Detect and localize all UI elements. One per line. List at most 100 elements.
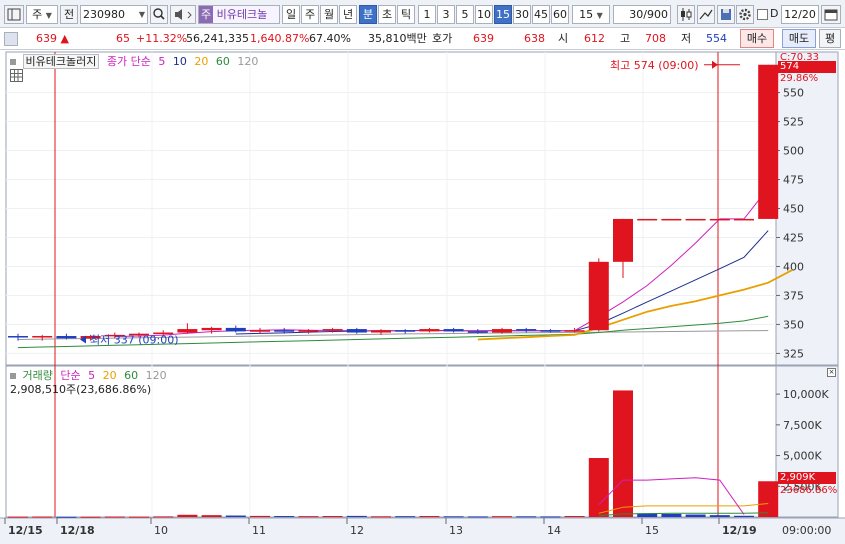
sound-icon[interactable]	[170, 5, 196, 24]
price-tick-label: 325	[783, 347, 804, 360]
period-label: 일	[285, 8, 297, 21]
period-label: 분	[362, 8, 374, 21]
grid-toggle-icon[interactable]	[10, 69, 23, 82]
interval-select[interactable]: 15 ▼	[572, 5, 610, 24]
candle-body	[734, 218, 754, 221]
interval-label: 15	[496, 8, 510, 21]
price-pct-tag: 29.86%	[780, 73, 819, 84]
count-input[interactable]: 30/900	[613, 5, 671, 24]
volume-value: 56,241,335	[186, 32, 249, 45]
volume-bar	[104, 516, 125, 518]
time-axis-label: 12/18	[60, 524, 95, 537]
low-label: 저	[681, 32, 692, 45]
interval-5[interactable]: 5	[456, 5, 474, 24]
stock-title[interactable]: 비유테크놀러지	[22, 54, 100, 69]
candle-body	[177, 329, 198, 333]
volume-tick-label: 10,000K	[783, 388, 829, 401]
interval-1[interactable]: 1	[418, 5, 436, 24]
chart-canvas[interactable]: 325350375400425450475500525550 2,500K5,0…	[0, 50, 845, 544]
d-checkbox-label: D	[770, 7, 779, 20]
price-tick-label: 425	[783, 231, 804, 244]
volume-bar	[371, 516, 391, 518]
buy-button[interactable]: 매수	[740, 29, 774, 48]
low-annotation: 최저 337 (09:00)	[90, 333, 179, 346]
price-tick-label: 500	[783, 145, 804, 158]
sell-button-label: 매도	[788, 32, 810, 45]
volume-bar	[32, 516, 53, 518]
volume-tick-label: 7,500K	[783, 419, 822, 432]
price-change: 65	[116, 32, 130, 45]
candle-body	[8, 336, 28, 338]
sell-button[interactable]: 매도	[782, 29, 816, 48]
current-time-label: 09:00:00	[782, 524, 831, 537]
chart-layout-icon[interactable]	[4, 5, 24, 24]
candle-body	[564, 330, 585, 332]
period-month[interactable]: 월	[320, 5, 338, 24]
volume-bar	[80, 516, 101, 518]
prev-button[interactable]: 전	[60, 5, 78, 24]
calendar-icon[interactable]	[821, 5, 841, 24]
interval-15[interactable]: 15	[494, 5, 512, 24]
candle-body	[32, 336, 53, 338]
chart-area[interactable]: 325 350 375 400 425 450 475 500 525 550 2,500K 5,0…	[0, 50, 845, 544]
price-tick-label: 400	[783, 260, 804, 273]
volume-bar	[516, 516, 537, 518]
price-tick-label: 550	[783, 87, 804, 100]
current-volume-tag: 2,909K	[778, 472, 836, 484]
volume-bar	[177, 514, 198, 517]
high-label: 고	[620, 32, 631, 45]
time-axis-label: 14	[547, 524, 561, 537]
volume-bar	[734, 515, 754, 517]
period-day[interactable]: 일	[282, 5, 300, 24]
candle-body	[322, 329, 343, 331]
period-minute[interactable]: 분	[359, 5, 377, 24]
period-tick[interactable]: 틱	[397, 5, 415, 24]
candle-body	[709, 218, 730, 221]
price-tick-label: 525	[783, 116, 804, 129]
period-label: 틱	[400, 8, 412, 21]
expand-icon[interactable]	[4, 32, 18, 46]
candle-body	[613, 218, 633, 262]
interval-45[interactable]: 45	[532, 5, 550, 24]
candle-body	[419, 329, 440, 332]
candle-type-icon[interactable]	[677, 5, 695, 24]
ma10-label: 10	[172, 55, 187, 68]
candle-body	[56, 336, 77, 339]
interval-label: 30	[515, 8, 529, 21]
stock-code-input[interactable]: 230980 ▼	[80, 5, 148, 24]
interval-select-value: 15	[579, 8, 594, 21]
interval-label: 1	[423, 8, 431, 21]
interval-30[interactable]: 30	[513, 5, 531, 24]
gear-icon[interactable]	[736, 5, 754, 24]
stock-badge: 주	[199, 6, 214, 23]
candle-body	[588, 261, 609, 331]
chart-tool-icon[interactable]	[697, 5, 715, 24]
eval-button-label: 평	[824, 32, 836, 45]
price-tick-label: 475	[783, 174, 804, 187]
d-checkbox[interactable]	[757, 9, 768, 20]
period-week[interactable]: 주	[301, 5, 319, 24]
period-year[interactable]: 년	[339, 5, 357, 24]
eval-button[interactable]: 평	[819, 29, 841, 48]
period-second[interactable]: 초	[378, 5, 396, 24]
interval-10[interactable]: 10	[475, 5, 493, 24]
close-icon[interactable]: ×	[827, 368, 836, 377]
time-axis-label: 13	[449, 524, 463, 537]
low-value: 554	[706, 32, 727, 45]
interval-3[interactable]: 3	[437, 5, 455, 24]
period-type-select[interactable]: 주 ▼	[26, 5, 58, 24]
candle-body	[201, 327, 222, 331]
hoga-buy: 638	[524, 32, 545, 45]
volume-bar	[709, 515, 730, 517]
save-icon[interactable]	[717, 5, 735, 24]
volume-bar	[225, 515, 246, 517]
quote-bar: 639 ▲ 65 +11.32% 56,241,335 1,640.87% 67…	[0, 28, 845, 50]
ma20-label: 20	[194, 55, 209, 68]
search-icon[interactable]	[150, 5, 168, 24]
stock-name-box[interactable]: 주 비유테크놀	[198, 5, 280, 24]
date-input[interactable]: 12/20	[781, 5, 819, 24]
interval-60[interactable]: 60	[551, 5, 569, 24]
volume-bar	[685, 514, 706, 517]
ma120-label: 120	[237, 55, 259, 68]
volume-bar	[298, 516, 319, 518]
